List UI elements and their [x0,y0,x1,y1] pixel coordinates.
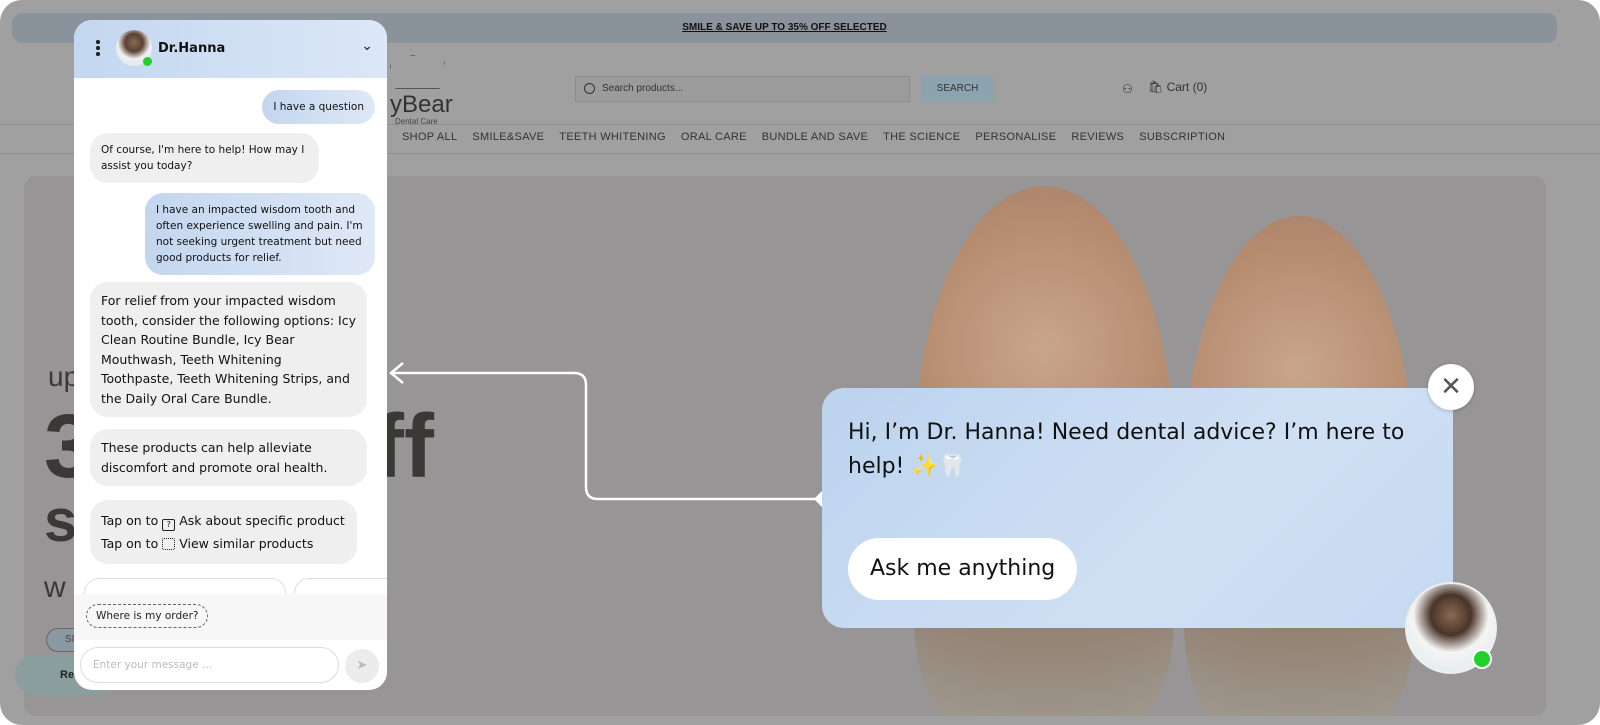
quick-reply-where-is-my-order[interactable]: Where is my order? [86,604,209,628]
chat-widget: Dr.Hanna ⌄ I have a question Of course, … [74,20,387,690]
bot-message: For relief from your impacted wisdom too… [90,282,367,417]
greeting-text: Hi, I’m Dr. Hanna! Need dental advice? I… [848,420,1405,479]
chat-header: Dr.Hanna ⌄ [74,20,387,78]
tip-view-similar[interactable]: View similar products [179,536,313,551]
more-options-icon[interactable] [96,40,100,58]
close-icon[interactable]: ✕ [1428,364,1474,410]
tip-prefix: Tap on to [101,513,159,528]
bot-message: These products can help alleviate discom… [90,429,367,486]
greeting-popup: Hi, I’m Dr. Hanna! Need dental advice? I… [822,388,1453,628]
chevron-down-icon[interactable]: ⌄ [361,38,373,54]
tip-ask-product[interactable]: Ask about specific product [179,513,345,528]
user-message: I have an impacted wisdom tooth and ofte… [145,193,375,275]
send-icon[interactable]: ➤ [345,649,379,683]
grid-plus-icon [162,538,176,550]
online-status-icon [143,57,152,66]
quick-replies: Where is my order? [74,594,387,640]
chat-question-icon: ? [162,519,176,531]
user-message: I have a question [262,90,375,124]
ask-me-anything-button[interactable]: Ask me anything [848,538,1078,600]
agent-name: Dr.Hanna [158,41,226,56]
bot-message: Of course, I'm here to help! How may I a… [90,133,319,183]
tips-message: Tap on to? Ask about specific product Tap… [90,500,357,564]
message-input[interactable]: Enter your message ... [80,647,339,683]
online-status-icon [1472,649,1492,669]
tip-prefix: Tap on to [101,536,159,551]
